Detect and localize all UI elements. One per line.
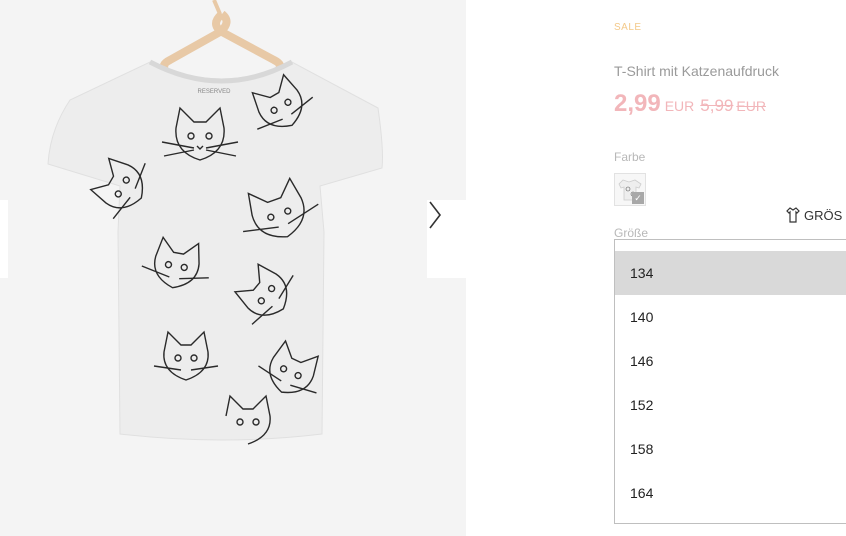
size-option-134[interactable]: 134 bbox=[615, 251, 846, 295]
size-option-164[interactable]: 164 bbox=[615, 471, 846, 515]
size-option-146[interactable]: 146 bbox=[615, 339, 846, 383]
tshirt-shape bbox=[47, 61, 383, 441]
old-price-currency: EUR bbox=[736, 98, 766, 114]
gallery-next-button[interactable] bbox=[427, 200, 466, 278]
price-row: 2,99 EUR 5,99 EUR bbox=[614, 90, 766, 118]
old-price: 5,99 bbox=[700, 96, 734, 115]
color-label: Farbe bbox=[614, 150, 646, 164]
shirt-icon bbox=[786, 207, 800, 223]
size-guide-label: GRÖS bbox=[804, 207, 843, 223]
current-price: 2,99 bbox=[614, 90, 661, 117]
chevron-right-icon bbox=[429, 201, 442, 229]
product-image-gallery: RESERVED bbox=[0, 0, 466, 536]
size-dropdown[interactable]: 134 140 146 152 158 164 bbox=[614, 239, 846, 524]
size-label: Größe bbox=[614, 226, 649, 240]
product-title: T-Shirt mit Katzenaufdruck bbox=[614, 63, 779, 79]
size-guide-link[interactable]: GRÖS bbox=[786, 207, 842, 223]
size-option-140[interactable]: 140 bbox=[615, 295, 846, 339]
size-option-158[interactable]: 158 bbox=[615, 427, 846, 471]
current-price-currency: EUR bbox=[664, 98, 695, 114]
gallery-prev-button[interactable] bbox=[0, 200, 8, 278]
shirt-label-text: RESERVED bbox=[198, 89, 232, 95]
sale-badge: SALE bbox=[614, 22, 642, 33]
checkmark-icon: ✓ bbox=[632, 192, 644, 204]
hanger bbox=[159, 0, 285, 74]
color-swatch[interactable]: ✓ bbox=[614, 173, 646, 206]
size-option-152[interactable]: 152 bbox=[615, 383, 846, 427]
product-details: SALE T-Shirt mit Katzenaufdruck 2,99 EUR 5… bbox=[614, 0, 846, 536]
product-image: RESERVED bbox=[47, 0, 383, 445]
